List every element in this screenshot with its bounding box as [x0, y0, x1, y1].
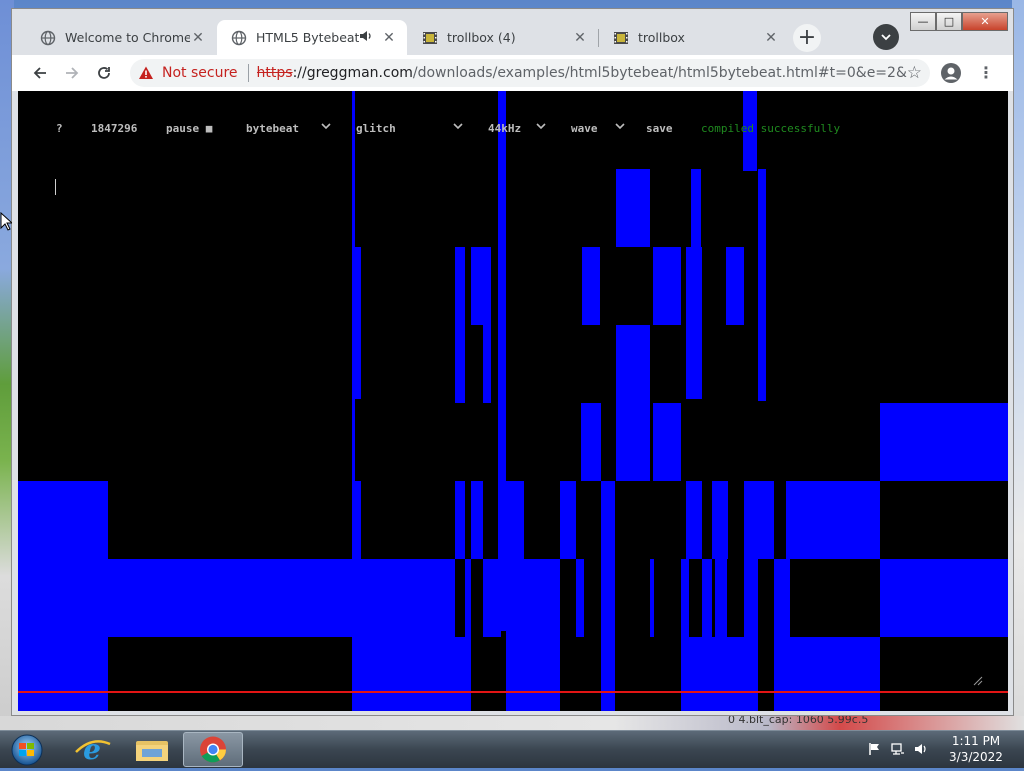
file-explorer-icon[interactable]	[122, 732, 182, 767]
time-counter: 1847296	[91, 122, 138, 135]
action-center-flag-icon[interactable]	[868, 742, 882, 756]
tab-strip: Welcome to Chrome ✕ HTML5 Bytebeat ✕ tro…	[12, 9, 1013, 55]
reload-button[interactable]	[92, 61, 116, 85]
warning-icon[interactable]	[138, 65, 154, 81]
url-path: /downloads/examples/html5bytebeat/html5b…	[412, 65, 907, 81]
sample-rate-select[interactable]: 44kHz	[488, 122, 521, 135]
type-select[interactable]: bytebeat	[246, 122, 299, 135]
close-window-button[interactable]: ✕	[962, 12, 1008, 31]
start-button[interactable]	[6, 733, 48, 767]
tab-title: trollbox	[638, 30, 685, 45]
help-button[interactable]: ?	[56, 122, 63, 135]
browser-toolbar: Not secure https://greggman.com/download…	[12, 55, 1013, 91]
tab-title: trollbox (4)	[447, 30, 516, 45]
new-tab-button[interactable]: +	[793, 24, 821, 52]
url-host: ://greggman.com	[292, 65, 413, 81]
bookmark-star-icon[interactable]: ☆	[907, 63, 922, 83]
view-select[interactable]: wave	[571, 122, 598, 135]
tab-trollbox-4[interactable]: trollbox (4) ✕	[408, 20, 598, 55]
chevron-down-icon	[615, 123, 625, 130]
tab-welcome[interactable]: Welcome to Chrome ✕	[26, 20, 216, 55]
tab-search-button[interactable]	[873, 24, 899, 50]
back-button[interactable]	[28, 61, 52, 85]
globe-icon	[231, 30, 247, 46]
close-icon[interactable]: ✕	[763, 30, 779, 46]
close-icon[interactable]: ✕	[190, 30, 206, 46]
address-bar[interactable]: Not secure https://greggman.com/download…	[130, 59, 930, 87]
chevron-down-icon	[536, 123, 546, 130]
network-icon[interactable]	[891, 742, 905, 756]
url-text[interactable]: https://greggman.com/downloads/examples/…	[257, 65, 907, 81]
text-cursor[interactable]	[55, 179, 56, 195]
globe-icon	[40, 30, 56, 46]
close-icon[interactable]: ✕	[381, 30, 397, 46]
tab-title: Welcome to Chrome	[65, 30, 190, 45]
film-icon	[613, 30, 629, 46]
omnibox-divider	[247, 64, 249, 82]
mouse-pointer-icon	[0, 212, 12, 231]
system-clock[interactable]: 1:11 PM 3/3/2022	[936, 733, 1016, 765]
browser-window: Welcome to Chrome ✕ HTML5 Bytebeat ✕ tro…	[11, 8, 1014, 716]
expression-type-select[interactable]: glitch	[356, 122, 396, 135]
url-scheme: https	[256, 65, 293, 81]
security-status[interactable]: Not secure	[162, 65, 238, 81]
bytebeat-wave-visualization	[18, 91, 1008, 711]
internet-explorer-icon[interactable]: e	[62, 732, 122, 767]
close-icon[interactable]: ✕	[572, 30, 588, 46]
save-button[interactable]: save	[646, 122, 673, 135]
speaker-icon[interactable]	[359, 29, 375, 46]
svg-text:e: e	[83, 733, 101, 766]
taskbar: e 1:11 PM 3/3/2022	[0, 730, 1024, 768]
volume-icon[interactable]	[914, 742, 928, 756]
maximize-button[interactable]: □	[936, 12, 962, 31]
clock-date: 3/3/2022	[949, 750, 1003, 764]
tab-html5-bytebeat[interactable]: HTML5 Bytebeat ✕	[217, 20, 407, 55]
bytebeat-controls: ? 1847296 pause ■ bytebeat glitch 44kHz …	[18, 118, 1008, 138]
pause-button[interactable]: pause ■	[166, 122, 212, 135]
film-icon	[422, 30, 438, 46]
chevron-down-icon	[453, 123, 463, 130]
clock-time: 1:11 PM	[951, 734, 1001, 748]
bytebeat-canvas-area[interactable]: ? 1847296 pause ■ bytebeat glitch 44kHz …	[18, 91, 1008, 711]
chevron-down-icon	[321, 123, 331, 130]
chrome-icon[interactable]	[183, 732, 243, 767]
profile-avatar-icon[interactable]	[941, 63, 961, 83]
resize-grip-icon[interactable]	[971, 674, 983, 686]
desktop-wallpaper-bottom	[0, 716, 1024, 730]
tab-title: HTML5 Bytebeat	[256, 30, 359, 45]
minimize-button[interactable]: —	[910, 12, 936, 31]
menu-kebab-icon[interactable]: ⋮	[978, 62, 994, 84]
tab-trollbox[interactable]: trollbox ✕	[599, 20, 789, 55]
compile-status: compiled successfully	[701, 122, 841, 135]
playhead-line	[18, 691, 1008, 693]
forward-button[interactable]	[60, 61, 84, 85]
